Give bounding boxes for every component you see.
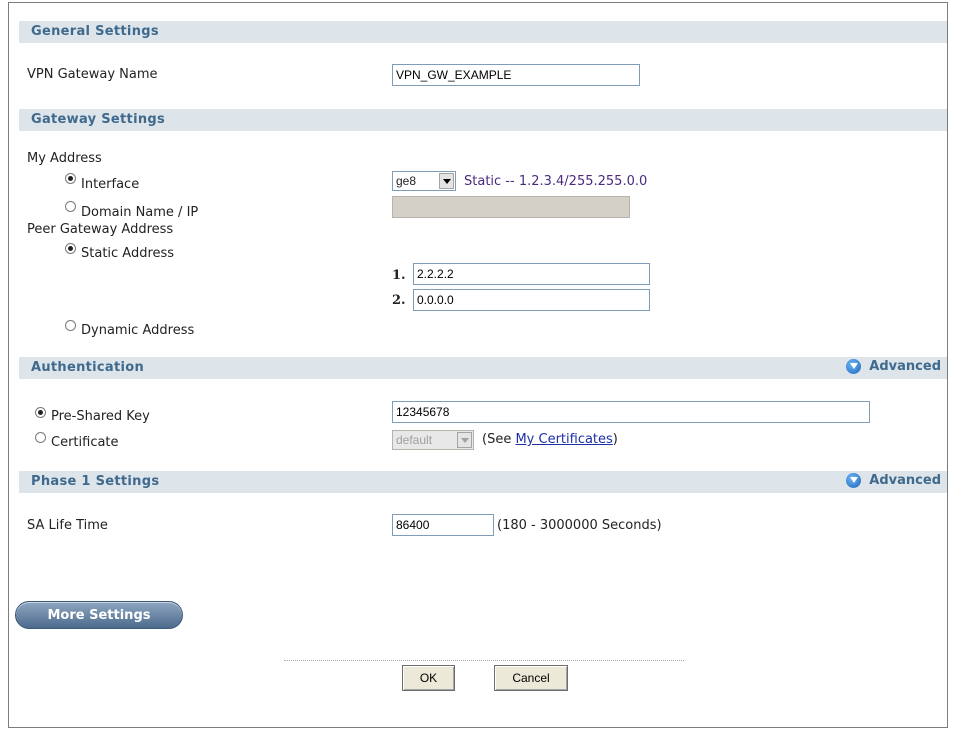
certificate-select[interactable]: default xyxy=(392,430,474,450)
peer-address-1-number: 1. xyxy=(392,268,406,283)
authentication-header: Authentication Advanced xyxy=(19,357,947,379)
info-advanced-icon xyxy=(846,359,862,374)
domain-name-radio[interactable] xyxy=(65,201,76,212)
domain-name-input[interactable] xyxy=(392,196,630,218)
general-settings-header: General Settings xyxy=(19,21,947,43)
ok-button[interactable]: OK xyxy=(402,665,455,691)
info-advanced-icon xyxy=(846,473,862,488)
certificate-radio[interactable] xyxy=(35,432,46,443)
phase1-settings-header: Phase 1 Settings Advanced xyxy=(19,471,947,493)
dropdown-arrow-icon xyxy=(439,173,454,189)
cancel-button[interactable]: Cancel xyxy=(494,665,568,691)
divider xyxy=(284,660,684,661)
phase1-advanced-link[interactable]: Advanced xyxy=(846,473,941,488)
pre-shared-key-radio[interactable] xyxy=(35,407,46,418)
sa-life-time-range: (180 - 3000000 Seconds) xyxy=(497,518,662,533)
vpn-gateway-name-input[interactable] xyxy=(392,64,640,86)
dropdown-arrow-icon xyxy=(457,432,472,448)
see-certificates-text: (See My Certificates) xyxy=(482,432,618,447)
section-title: General Settings xyxy=(31,24,159,39)
vpn-gateway-name-label: VPN Gateway Name xyxy=(27,67,158,82)
interface-status: Static -- 1.2.3.4/255.255.0.0 xyxy=(464,174,648,189)
gateway-settings-header: Gateway Settings xyxy=(19,109,947,131)
certificate-select-value: default xyxy=(396,433,433,447)
dynamic-address-label: Dynamic Address xyxy=(81,323,195,338)
pre-shared-key-label: Pre-Shared Key xyxy=(51,409,150,424)
static-address-radio[interactable] xyxy=(65,243,76,254)
auth-advanced-link[interactable]: Advanced xyxy=(846,359,941,374)
domain-name-label: Domain Name / IP xyxy=(81,205,199,220)
static-address-label: Static Address xyxy=(81,246,175,261)
peer-address-1-input[interactable] xyxy=(413,263,650,285)
advanced-label: Advanced xyxy=(869,359,941,374)
section-title: Authentication xyxy=(31,360,145,375)
interface-radio[interactable] xyxy=(65,173,76,184)
certificate-label: Certificate xyxy=(51,435,119,450)
interface-select-value: ge8 xyxy=(396,174,417,188)
interface-select[interactable]: ge8 xyxy=(392,171,456,191)
more-settings-button[interactable]: More Settings xyxy=(15,601,183,629)
advanced-label: Advanced xyxy=(869,473,941,488)
see-suffix: ) xyxy=(612,432,618,447)
peer-gateway-label: Peer Gateway Address xyxy=(27,222,174,237)
my-certificates-link[interactable]: My Certificates xyxy=(515,432,612,447)
peer-address-2-number: 2. xyxy=(392,293,406,308)
peer-address-2-input[interactable] xyxy=(413,289,650,311)
see-prefix: (See xyxy=(482,432,516,447)
section-title: Gateway Settings xyxy=(31,112,166,127)
my-address-label: My Address xyxy=(27,151,102,166)
interface-label: Interface xyxy=(81,177,140,192)
vpn-gateway-form: General Settings VPN Gateway Name Gatewa… xyxy=(8,2,948,728)
sa-life-time-input[interactable] xyxy=(392,514,494,536)
sa-life-time-label: SA Life Time xyxy=(27,518,108,533)
dynamic-address-radio[interactable] xyxy=(65,320,76,331)
pre-shared-key-input[interactable] xyxy=(392,401,870,423)
section-title: Phase 1 Settings xyxy=(31,474,160,489)
